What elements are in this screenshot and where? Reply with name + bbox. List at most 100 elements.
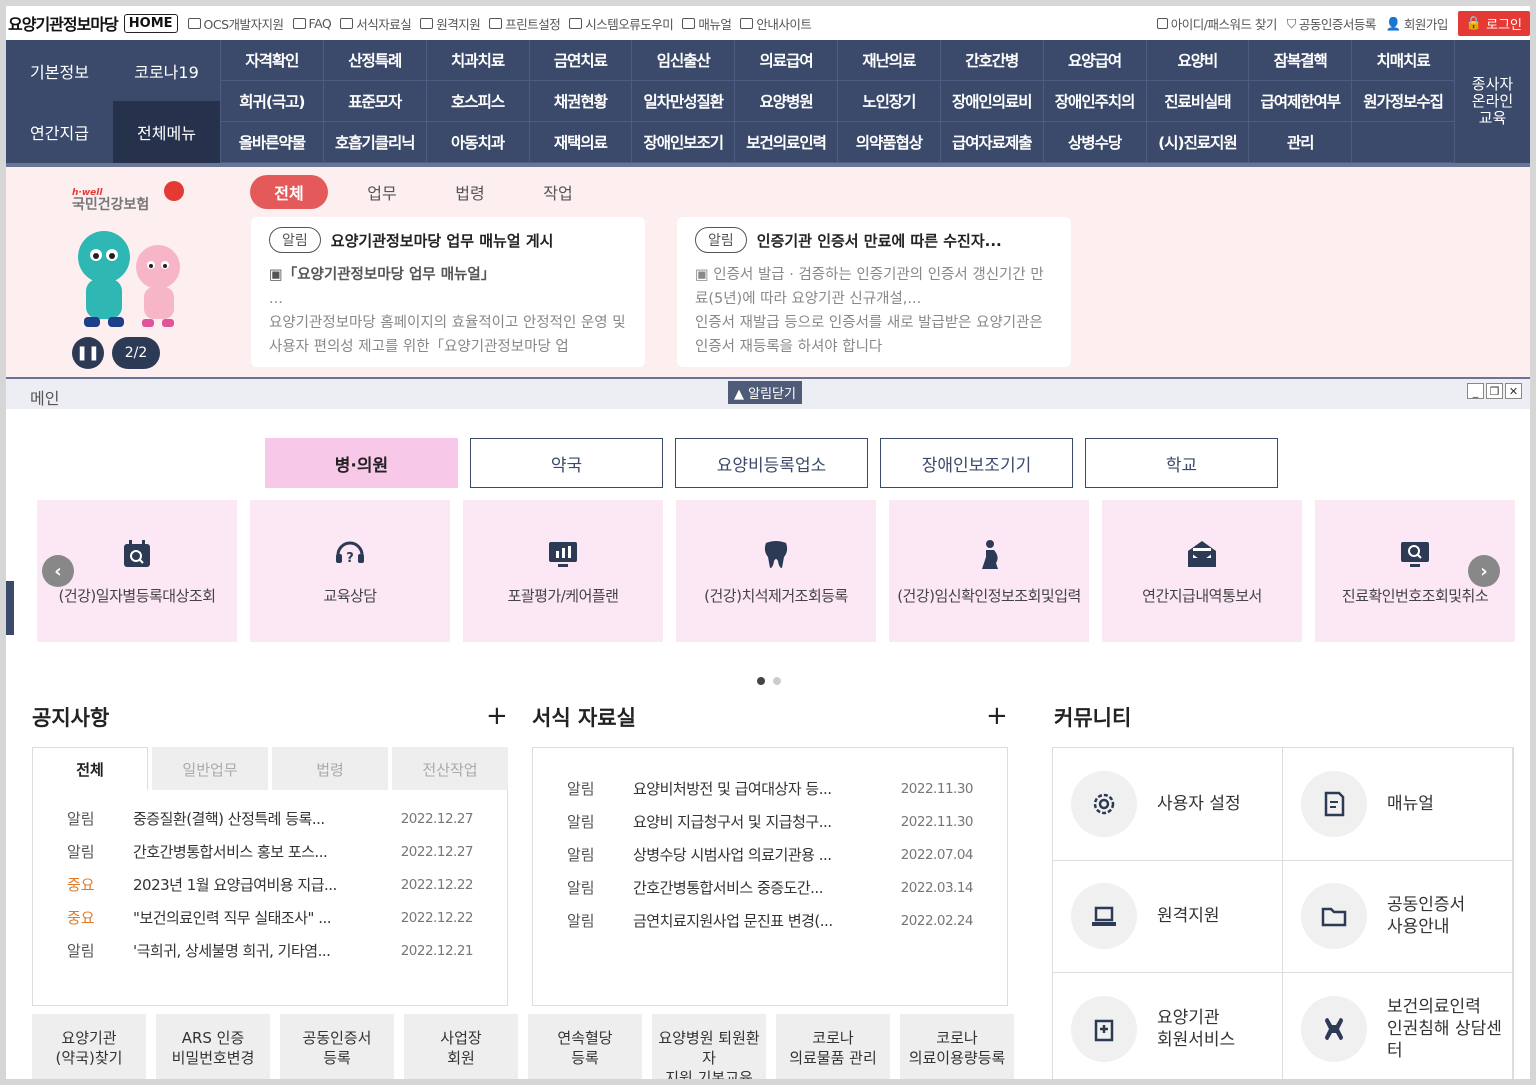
page-indicator[interactable]: 2/2	[112, 337, 160, 369]
nav-menu-item[interactable]: 요양병원	[734, 81, 837, 122]
notice-row[interactable]: 알림 간호간병통합서비스 홍보 포스... 2022.12.27	[67, 835, 507, 868]
notice-card[interactable]: 알림 인증기관 인증서 만료에 따른 수진자... ▣ 인증서 발급 · 검증하…	[677, 217, 1071, 367]
site-title[interactable]: 요양기관정보마당	[8, 11, 119, 35]
top-link-2[interactable]: 서식자료실	[340, 14, 412, 33]
tab-pharmacy[interactable]: 약국	[470, 438, 663, 488]
nav-menu-item[interactable]: 진료비실태	[1145, 81, 1249, 122]
quick-link-button[interactable]: 사업장 회원	[404, 1014, 518, 1079]
tab-hospital-clinic[interactable]: 병·의원	[265, 438, 458, 488]
quick-link-button[interactable]: 요양기관 (약국)찾기	[32, 1014, 146, 1079]
top-link-0[interactable]: OCS개발자지원	[187, 14, 284, 33]
nav-menu-item[interactable]: 임신출산	[631, 40, 735, 81]
notice-row[interactable]: 중요 2023년 1월 요양급여비용 지급... 2022.12.22	[67, 868, 507, 901]
nav-annual-payment[interactable]: 연간지급	[6, 101, 113, 163]
community-item[interactable]: 원격지원	[1053, 860, 1283, 974]
nav-menu-item[interactable]: 일차만성질환	[631, 81, 735, 122]
notice-row[interactable]: 알림 중증질환(결핵) 산정특례 등록... 2022.12.27	[67, 802, 507, 835]
quick-link-button[interactable]: ARS 인증 비밀번호변경	[156, 1014, 270, 1079]
banner-tab-law[interactable]: 법령	[426, 175, 514, 209]
nav-menu-item[interactable]: 치과치료	[425, 40, 529, 81]
nav-menu-item[interactable]: 급여자료제출	[939, 122, 1043, 163]
nav-menu-item[interactable]: 장애인의료비	[939, 81, 1043, 122]
community-item[interactable]: 보건의료인력 인권침해 상담센 터	[1283, 973, 1513, 1079]
nav-menu-item[interactable]: 급여제한여부	[1248, 81, 1352, 122]
quick-link-button[interactable]: 코로나 의료물품 관리	[776, 1014, 890, 1079]
close-icon[interactable]: ✕	[1505, 383, 1522, 399]
service-card[interactable]: ? 교육상담	[250, 500, 450, 642]
nav-menu-item[interactable]: 원가정보수집	[1351, 81, 1454, 122]
nav-menu-item[interactable]: 치매치료	[1351, 40, 1454, 81]
tab-care-expense-vendor[interactable]: 요양비등록업소	[675, 438, 868, 488]
nav-menu-item[interactable]: 장애인보조기	[631, 122, 735, 163]
nav-menu-item[interactable]: 아동치과	[425, 122, 529, 163]
community-item[interactable]: 매뉴얼	[1283, 748, 1513, 861]
nav-menu-item[interactable]: 재난의료	[837, 40, 940, 81]
carousel-dot[interactable]	[757, 677, 765, 685]
notices-tab-it-work[interactable]: 전산작업	[392, 747, 508, 791]
community-item[interactable]: 사용자 설정	[1053, 748, 1283, 861]
nav-menu-item[interactable]: 자격확인	[220, 40, 323, 81]
notice-row[interactable]: 알림 '극희귀, 상세불명 희귀, 기타염... 2022.12.21	[67, 934, 507, 967]
quick-link-button[interactable]: 코로나 의료이용량등록	[900, 1014, 1014, 1079]
nav-menu-item[interactable]: 금연치료	[528, 40, 632, 81]
nav-menu-item[interactable]: 간호간병	[939, 40, 1043, 81]
carousel-next-button[interactable]: ›	[1468, 555, 1500, 587]
form-row[interactable]: 알림 간호간병통합서비스 중증도간... 2022.03.14	[567, 871, 974, 904]
nav-menu-item[interactable]: 의료급여	[734, 40, 837, 81]
nav-menu-item[interactable]: 장애인주치의	[1042, 81, 1146, 122]
nav-covid19[interactable]: 코로나19	[113, 40, 220, 101]
notices-tab-general[interactable]: 일반업무	[152, 747, 268, 791]
tab-school[interactable]: 학교	[1085, 438, 1278, 488]
login-button[interactable]: 🔒 로그인	[1457, 11, 1530, 36]
restore-icon[interactable]: ❐	[1486, 383, 1503, 399]
nav-menu-item[interactable]: 올바른약물	[220, 122, 323, 163]
banner-tab-work[interactable]: 업무	[338, 175, 426, 209]
nav-menu-item[interactable]: 채권현황	[528, 81, 632, 122]
notice-row[interactable]: 중요 "보건의료인력 직무 실태조사" ... 2022.12.22	[67, 901, 507, 934]
top-link-3[interactable]: 원격지원	[420, 14, 481, 33]
nav-menu-item[interactable]: 상병수당	[1042, 122, 1146, 163]
nav-menu-item[interactable]: 표준모자	[322, 81, 426, 122]
signup-link[interactable]: 👤 회원가입	[1386, 14, 1449, 33]
nav-menu-item[interactable]: 보건의료인력	[734, 122, 837, 163]
top-link-5[interactable]: 시스템오류도우미	[569, 14, 674, 33]
minimize-icon[interactable]: _	[1467, 383, 1484, 399]
service-card[interactable]: (건강)임신확인정보조회및입력	[889, 500, 1089, 642]
nav-menu-item[interactable]: 호스피스	[425, 81, 529, 122]
alarm-close-button[interactable]: ▲ 알림닫기	[728, 381, 802, 404]
form-row[interactable]: 알림 요양비 지급청구서 및 지급청구... 2022.11.30	[567, 805, 974, 838]
form-row[interactable]: 알림 상병수당 시범사업 의료기관용 ... 2022.07.04	[567, 838, 974, 871]
service-card[interactable]: 포괄평가/케어플랜	[463, 500, 663, 642]
nav-menu-item[interactable]: (시)진료지원	[1145, 122, 1249, 163]
notices-tab-law[interactable]: 법령	[272, 747, 388, 791]
nav-menu-item[interactable]: 관리	[1248, 122, 1352, 163]
quick-link-button[interactable]: 공동인증서 등록	[280, 1014, 394, 1079]
certificate-register-link[interactable]: ⛉ 공동인증서등록	[1287, 14, 1376, 33]
top-link-7[interactable]: 안내사이트	[740, 14, 812, 33]
banner-tab-all[interactable]: 전체	[250, 175, 328, 209]
nav-menu-item[interactable]: 요양급여	[1042, 40, 1146, 81]
home-button[interactable]: HOME	[123, 13, 178, 33]
form-row[interactable]: 알림 요양비처방전 및 급여대상자 등... 2022.11.30	[567, 772, 974, 805]
find-id-password-link[interactable]: 아이디/패스워드 찾기	[1156, 14, 1277, 33]
community-item[interactable]: 요양기관 회원서비스	[1053, 973, 1283, 1079]
service-card[interactable]: 연간지급내역통보서	[1102, 500, 1302, 642]
tab-assistive-device[interactable]: 장애인보조기기	[880, 438, 1073, 488]
banner-tab-job[interactable]: 작업	[514, 175, 602, 209]
carousel-dot[interactable]	[773, 677, 781, 685]
community-item[interactable]: 공동인증서 사용안내	[1283, 860, 1513, 974]
notice-card[interactable]: 알림 요양기관정보마당 업무 매뉴얼 게시 ▣「요양기관정보마당 업무 매뉴얼」…	[251, 217, 645, 367]
nav-menu-item[interactable]: 잠복결핵	[1248, 40, 1352, 81]
carousel-prev-button[interactable]: ‹	[42, 555, 74, 587]
top-link-4[interactable]: 프린트설정	[489, 14, 561, 33]
top-link-6[interactable]: 매뉴얼	[682, 14, 732, 33]
nav-all-menu[interactable]: 전체메뉴	[113, 101, 220, 163]
nav-menu-item[interactable]: 재택의료	[528, 122, 632, 163]
side-panel-toggle[interactable]	[6, 581, 14, 635]
service-card[interactable]: (건강)치석제거조회등록	[676, 500, 876, 642]
top-link-1[interactable]: FAQ	[292, 14, 332, 33]
nav-menu-item[interactable]: 호흡기클리닉	[322, 122, 426, 163]
quick-link-button[interactable]: 요양병원 퇴원환 자 지원 기본교육	[652, 1014, 766, 1079]
nav-menu-item[interactable]: 희귀(극고)	[220, 81, 323, 122]
nav-menu-item[interactable]: 의약품협상	[837, 122, 940, 163]
